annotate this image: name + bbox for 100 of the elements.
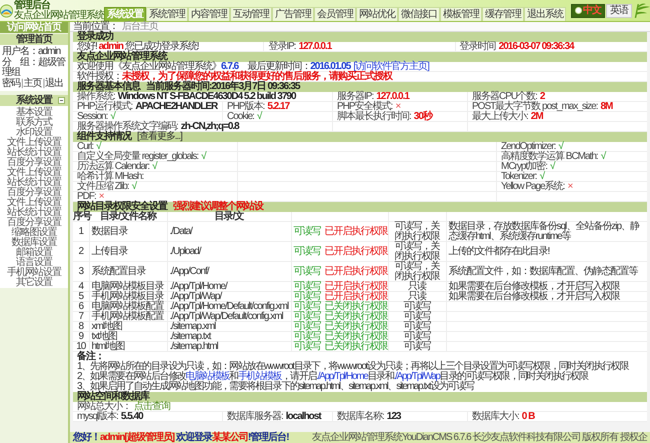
nav-tab[interactable]: 退出系统 xyxy=(524,7,566,21)
section-title: 服务器基本信息 xyxy=(77,82,140,92)
note-text: 2、如果需要在网站后台修改电脑站模板和手机站模板，请开启./App/Tpl/Home目录和./App/Tpl/Wap目录的可读写权限，同时关闭执行权限 xyxy=(77,372,590,382)
text-link[interactable]: 退出 xyxy=(45,79,64,89)
table-cell: 2 xyxy=(73,242,89,262)
table-cell: 上传的文件都存在此目录! xyxy=(446,242,647,262)
footer-greeting: 您好！admin[超级管理员] 欢迎登录某某公司!管理后台! xyxy=(73,432,289,442)
field-label: 高精度数学运算 BCMath: xyxy=(501,151,598,162)
nav-tab[interactable]: 会员管理 xyxy=(314,7,356,21)
table-cell: 可读写，关闭执行权限 xyxy=(388,242,446,262)
field-label: 脚本最长执行时间: xyxy=(337,111,411,122)
nav-tab[interactable]: 内容管理 xyxy=(188,7,230,21)
welcome-message: 您好! admin 您已成功登录系统! xyxy=(77,41,199,52)
more-link[interactable]: [查看更多...] xyxy=(137,132,182,142)
link-separator: | xyxy=(21,79,23,89)
table-cell: 可读写，关闭执行权限 xyxy=(388,222,446,242)
table-cell: txt地图 xyxy=(89,332,167,342)
text-link[interactable]: 主页 xyxy=(24,79,42,89)
query-link[interactable]: 点击查询 xyxy=(134,401,170,412)
field-value: × xyxy=(567,181,572,192)
language-button[interactable]: 英语 xyxy=(606,4,632,18)
table-cell: 上传目录 xyxy=(89,242,167,262)
field-value: 5.5.40 xyxy=(120,411,143,422)
table-cell: ./sitemap.xml xyxy=(167,322,291,332)
table-cell: 数据目录 xyxy=(89,222,167,242)
text-link[interactable]: 密码 xyxy=(2,79,20,89)
execute-status: 已开启执行权限 xyxy=(324,266,388,277)
field-label: 操作系统: xyxy=(77,91,115,102)
table-cell: 3 xyxy=(73,262,89,282)
access-status: 可读写 xyxy=(294,266,320,277)
menu-item[interactable]: 百度分享设置 xyxy=(7,188,61,198)
collapse-icon[interactable] xyxy=(58,97,65,104)
field-label: Cookie: xyxy=(227,111,254,122)
table-cell: ./App/Tpl/Wap/ xyxy=(167,292,291,302)
table-cell: 可读写 xyxy=(388,302,446,312)
field-value: 2 xyxy=(540,91,544,102)
table-cell: 只读 xyxy=(388,292,446,302)
field-value: 5.2.17 xyxy=(267,101,290,112)
menu-item[interactable]: 站长统计设置 xyxy=(7,208,61,218)
field-value: localhost xyxy=(286,411,321,422)
menu-item[interactable]: 站长统计设置 xyxy=(7,148,61,158)
menu-item[interactable]: 基本设置 xyxy=(16,108,52,118)
table-cell: 手机网站模板配置 xyxy=(89,312,167,322)
menu-title: 系统设置 xyxy=(16,96,52,106)
menu-item[interactable]: 语言设置 xyxy=(16,258,52,268)
nav-tab[interactable]: 互动管理 xyxy=(230,7,272,21)
field-value: Windows NT S-FBACDE4630D4 5.2 build 3790 xyxy=(118,91,296,102)
menu-item[interactable]: 联系方式 xyxy=(16,118,52,128)
table-cell: 4 xyxy=(73,282,89,292)
field-label: 自定义全局变量 register_globals: xyxy=(77,151,198,162)
menu-item[interactable]: 百度分享设置 xyxy=(7,218,61,228)
nav-tab[interactable]: 模板管理 xyxy=(440,7,482,21)
field-value: √ xyxy=(540,171,544,182)
field-label: 服务器CPU个数: xyxy=(472,91,537,102)
execute-status: 已关闭执行权限 xyxy=(324,341,388,352)
field-label: 历法运算 Calendar: xyxy=(77,161,150,172)
text-link[interactable]: 电脑站模板 xyxy=(186,371,230,382)
table-cell: xml地图 xyxy=(89,322,167,332)
text-link[interactable]: ./App/Tpl/Home xyxy=(316,371,368,382)
table-cell: 数据目录，存放数据库备份sql、全站备份zip、静态缓存html、系统缓存runtime等 xyxy=(446,222,647,242)
section-title: 友点企业网站管理系统 xyxy=(77,52,167,62)
text-link[interactable]: [访问软件官方主页] xyxy=(353,61,429,72)
table-cell: 手机网站模板目录 xyxy=(89,292,167,302)
menu-item[interactable]: 其它设置 xyxy=(16,278,52,288)
field-value: APACHE2HANDLER xyxy=(135,101,218,112)
nav-tab[interactable]: 广告管理 xyxy=(272,7,314,21)
table-cell: ./App/Tpl/Home/ xyxy=(167,282,291,292)
access-status: 可读写 xyxy=(294,281,320,292)
nav-tab[interactable]: 系统管理 xyxy=(146,7,188,21)
field-value: zh-CN,zh;q=0.8 xyxy=(180,121,239,132)
menu-item[interactable]: 文件上传设置 xyxy=(7,198,61,208)
menu-item[interactable]: 水印设置 xyxy=(16,128,52,138)
field-label: 服务器操作系统文字编码: xyxy=(77,121,178,132)
menu-item[interactable]: 手机网站设置 xyxy=(7,268,61,278)
bamboo-drawing xyxy=(632,1,650,21)
field-value: √ xyxy=(256,111,262,122)
execute-status: 已开启执行权限 xyxy=(324,281,388,292)
table-cell: 可读写 xyxy=(388,312,446,322)
field-value: 127.0.0.1 xyxy=(298,41,332,52)
field-label: 数据库大小: xyxy=(472,411,519,422)
menu-item[interactable]: 百度分享设置 xyxy=(7,158,61,168)
field-label: 数据库名称: xyxy=(337,411,384,422)
text-link[interactable]: ./App/Tpl/Wap xyxy=(394,371,440,382)
field-label: PHP运行模式: xyxy=(77,101,132,112)
field-label: PDF: xyxy=(77,191,96,202)
menu-item[interactable]: 邮箱设置 xyxy=(16,248,52,258)
menu-item[interactable]: 文件上传设置 xyxy=(7,138,61,148)
field-label: 数据库服务器: xyxy=(227,411,283,422)
field-value: √ xyxy=(558,141,563,152)
menu-item[interactable]: 站长统计设置 xyxy=(7,178,61,188)
nav-tab[interactable]: 缓存管理 xyxy=(482,7,524,21)
nav-tab[interactable]: 微信接口 xyxy=(398,7,440,21)
text-link[interactable]: 手机站模板 xyxy=(238,371,282,382)
menu-item[interactable]: 数据库设置 xyxy=(12,238,56,248)
access-status: 可读写 xyxy=(294,311,320,322)
field-value: 123 xyxy=(386,411,400,422)
menu-item[interactable]: 文件上传设置 xyxy=(7,168,61,178)
execute-status: 已开启执行权限 xyxy=(324,226,388,237)
menu-item[interactable]: 缩略图设置 xyxy=(12,228,56,238)
nav-tab[interactable]: 网站优化 xyxy=(356,7,398,21)
